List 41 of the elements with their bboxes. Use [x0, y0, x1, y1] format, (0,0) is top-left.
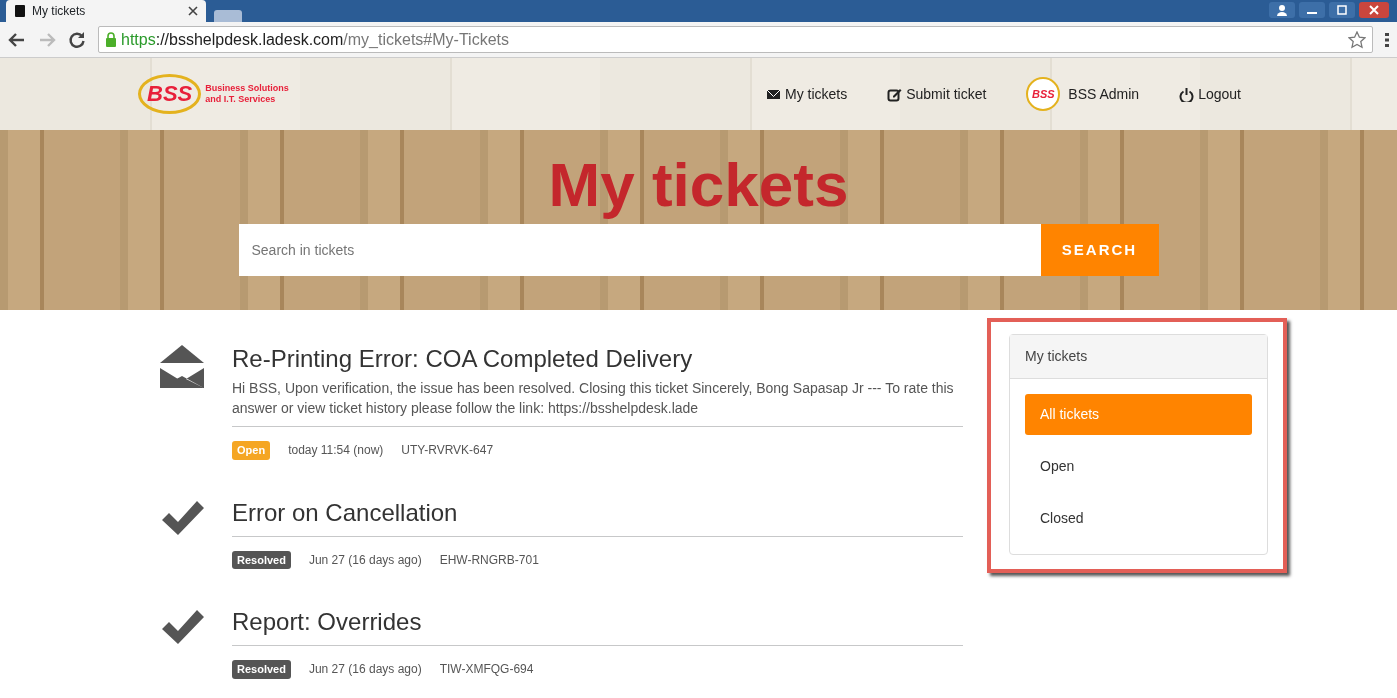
close-icon[interactable]: [1359, 2, 1389, 18]
envelope-icon: [160, 344, 204, 388]
logo[interactable]: BSS Business Solutions and I.T. Services: [138, 74, 289, 114]
avatar-logo: BSS: [1026, 77, 1061, 111]
lock-icon: [105, 32, 117, 47]
status-badge: Resolved: [232, 660, 291, 679]
ticket-id: EHW-RNGRB-701: [439, 551, 539, 569]
ticket-excerpt: Hi BSS, Upon verification, the issue has been resolved. Closing this ticket Sincerely, Bong Sapasap Jr --- To rate this answer or view ticket history please follow the link: https://bsshelpdesk.lade: [232, 379, 955, 418]
ticket-date: Jun 27 (16 days ago): [308, 661, 422, 679]
ticket-date: today 11:54 (now): [288, 442, 384, 460]
ticket-title[interactable]: Re-Printing Error: COA Completed Delivery: [232, 344, 963, 374]
nav-link[interactable]: BSS BSS Admin: [1020, 76, 1146, 112]
tab-title: My tickets: [32, 3, 87, 20]
nav-link[interactable]: Submit ticket: [881, 82, 993, 106]
ticket-id: UTY-RVRVK-647: [401, 442, 494, 460]
nav-link[interactable]: Logout: [1173, 82, 1247, 106]
browser-tab[interactable]: My tickets: [6, 0, 206, 22]
checkmark-icon: [160, 607, 204, 647]
reload-icon[interactable]: [68, 30, 86, 49]
ticket-title[interactable]: Report: Overrides: [232, 607, 963, 637]
power-icon: [1179, 86, 1195, 102]
status-badge: Open: [232, 441, 271, 460]
minimize-icon[interactable]: [1299, 2, 1325, 18]
edit-icon: [887, 86, 903, 102]
status-badge: Resolved: [232, 550, 291, 569]
user-icon[interactable]: [1269, 2, 1295, 18]
panel-title: My tickets: [1010, 335, 1267, 379]
restore-icon[interactable]: [1329, 2, 1355, 18]
filter-item[interactable]: Closed: [1025, 498, 1252, 539]
search-field[interactable]: Search in tickets: [238, 224, 1041, 276]
back-icon[interactable]: [8, 31, 26, 48]
nav-link[interactable]: My tickets: [759, 82, 854, 106]
book-icon: [14, 4, 26, 18]
filter-item[interactable]: Open: [1025, 446, 1252, 487]
ticket-date: Jun 27 (16 days ago): [308, 551, 422, 569]
ticket-title[interactable]: Error on Cancellation: [232, 497, 963, 528]
star-icon[interactable]: [1348, 30, 1366, 49]
page-title: My tickets: [548, 150, 849, 220]
ticket-id: TIW-XMFQG-694: [439, 661, 534, 679]
close-icon[interactable]: [188, 6, 198, 16]
menu-icon[interactable]: [1385, 31, 1389, 48]
